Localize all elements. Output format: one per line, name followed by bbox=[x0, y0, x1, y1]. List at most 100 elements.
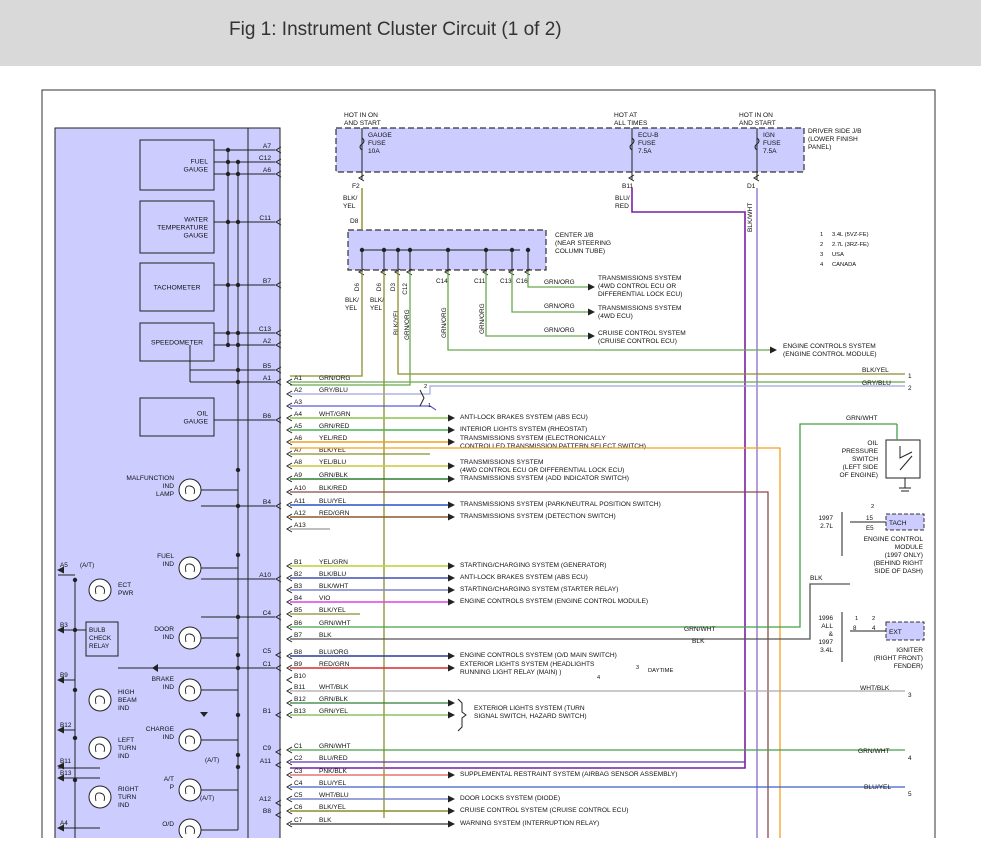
connector-pin-label: A2 bbox=[294, 387, 302, 394]
splice-dot bbox=[225, 219, 231, 225]
connector-pin-label: B12 bbox=[294, 696, 306, 703]
connector-pin-label: A4 bbox=[294, 411, 302, 418]
connector-wire-color: BLK/WHT bbox=[319, 583, 348, 590]
wiring-diagram: FUEL GAUGE WATER TEMPERATURE GAUGE TACHOMETER… bbox=[0, 66, 981, 843]
connector-wire-color: GRN/YEL bbox=[319, 708, 348, 715]
connector-dest-label: TRANSMISSIONS SYSTEM (4WD CONTROL ECU OR … bbox=[460, 459, 624, 474]
connector-pin-label: C7 bbox=[294, 817, 303, 824]
right-wire-color: GRY/BLU bbox=[862, 380, 891, 387]
cluster-pin-label: C12 bbox=[259, 155, 271, 162]
splice-dot bbox=[225, 159, 231, 165]
connector-dest-label: INTERIOR LIGHTS SYSTEM (RHEOSTAT) bbox=[460, 426, 587, 433]
connector-pin-label: C1 bbox=[294, 743, 303, 750]
connector-wire-color: BLU/ORG bbox=[319, 649, 349, 656]
switch-num: 2 bbox=[424, 384, 427, 390]
figure-title: Fig 1: Instrument Cluster Circuit (1 of … bbox=[229, 19, 562, 40]
connector-wire-color: BLK/YEL bbox=[319, 804, 346, 811]
long-wire bbox=[290, 385, 905, 395]
connector-wire-color: BLK/BLU bbox=[319, 571, 346, 578]
connector-wire-color: GRN/BLK bbox=[319, 696, 349, 703]
arrow-right-icon bbox=[448, 598, 455, 606]
splice-dot bbox=[72, 687, 78, 693]
driver-jb-label: DRIVER SIDE J/B (LOWER FINISH PANEL) bbox=[808, 128, 862, 151]
legend-key: 2 bbox=[820, 242, 823, 248]
cluster-pin-label: A1 bbox=[263, 375, 271, 382]
splice-dot bbox=[525, 247, 531, 253]
splice-dot bbox=[235, 282, 241, 288]
right-wire-color: GRN/WHT bbox=[684, 626, 716, 633]
legend-key: 4 bbox=[820, 262, 824, 268]
switch-num: 1 bbox=[428, 403, 431, 409]
connector-pin-label: B4 bbox=[294, 595, 302, 602]
center-jb-wire: BLK/YEL bbox=[370, 297, 384, 312]
connector-pin-label: C2 bbox=[294, 755, 303, 762]
engine-controls-top-label: ENGINE CONTROLS SYSTEM (ENGINE CONTROL MO… bbox=[783, 343, 877, 358]
cluster-pin-label: C11 bbox=[259, 215, 271, 222]
connector-pin-label: A8 bbox=[294, 459, 302, 466]
right-wire-color: BLU/YEL bbox=[864, 784, 891, 791]
ecm-pin: 15 bbox=[866, 515, 873, 522]
legend-value: CANADA bbox=[832, 262, 856, 268]
legend-value: 3.4L (5VZ-FE) bbox=[832, 232, 869, 238]
connector-wire-color: BLK/RED bbox=[319, 485, 347, 492]
connector-pin-label: A9 bbox=[294, 472, 302, 479]
legend-value: USA bbox=[832, 252, 844, 258]
connector-dest-label: ANTI-LOCK BRAKES SYSTEM (ABS ECU) bbox=[460, 574, 588, 581]
driver-side-jb-box bbox=[335, 127, 805, 173]
ecm-box-label: TACH bbox=[889, 520, 907, 527]
connector-dest-label: WARNING SYSTEM (INTERRUPTION RELAY) bbox=[460, 820, 599, 827]
center-jb-out-pin: D3 bbox=[390, 283, 397, 292]
connector-pin-label: B13 bbox=[294, 708, 306, 715]
connector-pin-label: C6 bbox=[294, 804, 303, 811]
center-jb-out-pin: C12 bbox=[402, 283, 409, 295]
lamp-bulb-icon bbox=[88, 736, 112, 760]
right-wire-num: 4 bbox=[908, 755, 912, 762]
arrow-right-icon bbox=[448, 426, 455, 434]
connector-pin-label: A6 bbox=[294, 435, 302, 442]
legend-key: 1 bbox=[820, 232, 823, 238]
connector-pin-label: B1 bbox=[294, 559, 302, 566]
jb-wire bbox=[290, 272, 363, 377]
splice-dot bbox=[72, 735, 78, 741]
legend-value: 2.7L (3RZ-FE) bbox=[832, 242, 869, 248]
connector-wire-color: WHT/GRN bbox=[319, 411, 351, 418]
connector-pin-label: B5 bbox=[294, 607, 302, 614]
cluster-pin-label: C5 bbox=[263, 648, 272, 655]
connector-wire-color: RED/GRN bbox=[319, 510, 350, 517]
right-wire-num: 5 bbox=[908, 791, 912, 798]
splice-dot bbox=[235, 764, 241, 770]
fuse-power-label: HOT AT ALL TIMES bbox=[614, 112, 648, 127]
cluster-pin-label: C1 bbox=[263, 661, 272, 668]
jb-dest-label: TRANSMISSIONS SYSTEM (4WD CONTROL ECU OR D… bbox=[598, 275, 682, 298]
ecm-num: 2 bbox=[871, 504, 874, 510]
splice-dot bbox=[235, 219, 241, 225]
arrow-right-icon bbox=[448, 820, 455, 828]
legend-key: 3 bbox=[820, 252, 823, 258]
fuse-power-label: HOT IN ON AND START bbox=[739, 112, 776, 127]
splice-dot bbox=[235, 330, 241, 336]
connector-pin-label: B3 bbox=[294, 583, 302, 590]
splice-dot bbox=[395, 247, 401, 253]
right-wire-num: 3 bbox=[908, 692, 912, 699]
connector-pin-label: A5 bbox=[294, 423, 302, 430]
right-wire-color: WHT/BLK bbox=[860, 685, 890, 692]
connector-dest-label: EXTERIOR LIGHTS SYSTEM (HEADLIGHTS RUNNIN… bbox=[460, 661, 595, 676]
center-jb-pin: D8 bbox=[350, 218, 359, 225]
arrow-right-icon bbox=[448, 664, 455, 672]
right-wire-num: 2 bbox=[908, 385, 912, 392]
center-jb-out-pin: C14 bbox=[436, 278, 448, 285]
right-wire-num: 1 bbox=[908, 373, 912, 380]
connector-wire-color: YEL/RED bbox=[319, 435, 347, 442]
splice-dot bbox=[235, 467, 241, 473]
arrow-right-icon bbox=[448, 414, 455, 422]
center-jb-wire: GRN/ORG bbox=[479, 303, 486, 334]
indicator-lamp-label: O/D bbox=[162, 821, 174, 828]
arrow-right-icon bbox=[588, 332, 595, 340]
lamp-bulb-icon bbox=[178, 556, 202, 580]
lamp-bulb-icon bbox=[178, 818, 202, 842]
connector-dest-label: SUPPLEMENTAL RESTRAINT SYSTEM (AIRBAG SE… bbox=[460, 771, 677, 778]
connector-pin-label: B2 bbox=[294, 571, 302, 578]
center-jb-out-pin: C13 bbox=[500, 278, 512, 285]
connector-pin-label: A11 bbox=[294, 498, 306, 505]
arrow-right-icon bbox=[448, 771, 455, 779]
